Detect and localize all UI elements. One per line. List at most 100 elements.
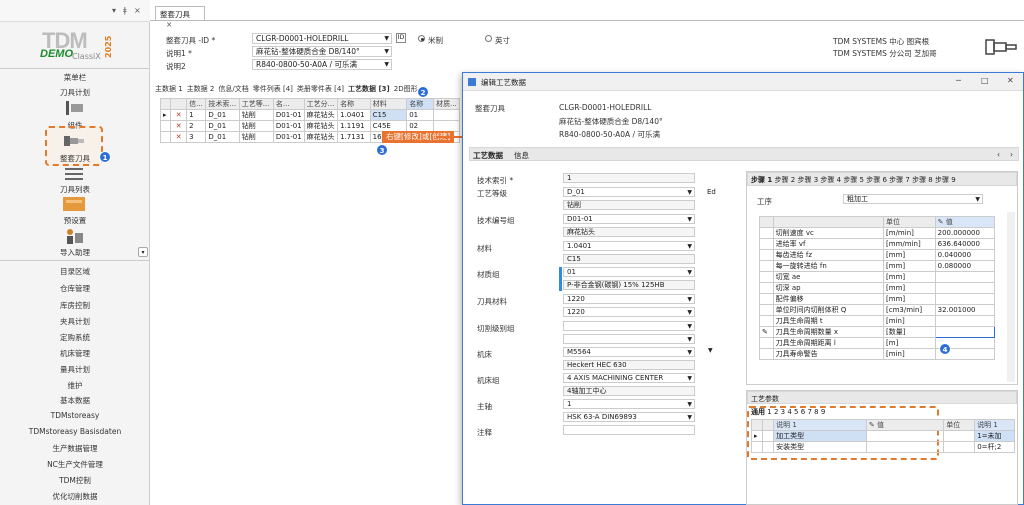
menu-item-fixture-planning[interactable]: 夹具计划	[0, 316, 150, 327]
proc-level-picker-icon[interactable]: Ed	[707, 188, 716, 196]
menu-item-nc-files[interactable]: NC生产文件管理	[0, 459, 150, 470]
pp-col-value[interactable]: ✎ 值	[865, 419, 945, 431]
tab-scroll-left[interactable]: ‹	[997, 150, 1000, 159]
param-row[interactable]: 切削速度 vc [m/min] 200.000000	[759, 227, 996, 239]
nav-tool-planning[interactable]: 刀具计划	[0, 87, 150, 98]
menu-item-warehouse[interactable]: 仓库管理	[0, 283, 150, 294]
grid-col-material-name[interactable]: 名称	[406, 98, 435, 110]
import-assistant-icon[interactable]	[62, 227, 86, 247]
tab-step-7[interactable]: 步骤 7	[889, 176, 910, 184]
tab-close-icon[interactable]: ×	[166, 20, 172, 29]
grid-col-info-2[interactable]: 信...	[186, 98, 207, 110]
desc1-field[interactable]: 麻花钻-整体硬质合金 D8/140° ▼	[252, 46, 392, 57]
param-row[interactable]: 每一旋转进给 fn [mm] 0.080000	[759, 260, 996, 272]
table-row[interactable]: ▸ 加工类型 1=未加	[750, 430, 1015, 442]
param-value[interactable]: 32.001000	[934, 304, 996, 316]
tab-pp-3[interactable]: 3	[781, 408, 785, 416]
param-row[interactable]: 单位时间内切削体积 Q [cm3/min] 32.001000	[759, 304, 996, 316]
nav-presetting[interactable]: 预设置	[0, 215, 150, 226]
tool-id-field[interactable]: CLGR-D0001-HOLEDRILL ▼	[252, 33, 392, 44]
grid-col-proc-level[interactable]: 工艺等...	[238, 98, 274, 110]
tool-material-field[interactable]: 1220 ▼	[563, 294, 695, 304]
menu-item-tdmstoreasy[interactable]: TDMstoreasy	[0, 411, 150, 420]
grid-col-info[interactable]	[170, 98, 188, 110]
param-value[interactable]	[934, 326, 996, 338]
tool-assembly-icon[interactable]	[62, 132, 86, 152]
tab-step-6[interactable]: 步骤 6	[866, 176, 887, 184]
menu-item-catalog[interactable]: 目录区域	[0, 266, 150, 277]
menu-item-maintenance[interactable]: 维护	[0, 380, 150, 391]
param-value[interactable]: 0.040000	[934, 249, 996, 261]
table-row[interactable]: ✕ 2 D_01 钻削 D01-01 麻花钻头 1.1191 C45E 02	[159, 120, 460, 132]
tab-pp-9[interactable]: 9	[821, 408, 825, 416]
grid-col-mat-group[interactable]: 材质...	[433, 98, 460, 110]
scroll-down-button[interactable]: ▾	[138, 247, 148, 257]
menu-item-gauge-planning[interactable]: 量具计划	[0, 364, 150, 375]
tab-pp-7[interactable]: 7	[807, 408, 811, 416]
grid-col-name-2[interactable]: 名称	[337, 98, 371, 110]
param-row[interactable]: 刀具寿命警告 [min]	[759, 348, 996, 360]
metric-radio[interactable]	[418, 35, 425, 42]
tech-group-field[interactable]: D01-01 ▼	[563, 214, 695, 224]
tab-tool-assembly[interactable]: 整套刀具×	[155, 6, 205, 29]
param-row[interactable]: 切深 ap [mm]	[759, 282, 996, 294]
tab-pp-5[interactable]: 5	[794, 408, 798, 416]
tab-2d-graphic[interactable]: 2D图形	[394, 85, 418, 93]
param-row[interactable]: 刀具生命周期距离 l [m]	[759, 337, 996, 349]
param-row[interactable]: 每齿进给 fz [mm] 0.040000	[759, 249, 996, 261]
tab-pp-1[interactable]: 1	[767, 408, 771, 416]
cell[interactable]	[865, 430, 945, 442]
minimize-icon[interactable]: ─	[956, 76, 961, 85]
params-scrollbar[interactable]	[1007, 212, 1015, 382]
presetting-icon[interactable]	[62, 195, 86, 215]
spindle-field[interactable]: 1 ▼	[563, 399, 695, 409]
grid-col-select[interactable]	[159, 98, 172, 110]
mat-group-field[interactable]: 01 ▼	[563, 267, 695, 277]
tab-step-2[interactable]: 步骤 2	[775, 176, 796, 184]
row-check[interactable]	[762, 441, 775, 453]
tool-list-icon[interactable]	[62, 165, 86, 185]
grid-col-proc-group[interactable]: 工艺分...	[303, 98, 339, 110]
tab-general[interactable]: 通用	[751, 408, 765, 416]
tab-pp-8[interactable]: 8	[814, 408, 818, 416]
tab-main-data-2[interactable]: 主数据 2	[187, 85, 215, 93]
tab-step-8[interactable]: 步骤 8	[912, 176, 933, 184]
nav-menu-bar[interactable]: 菜单栏	[0, 72, 150, 83]
tab-info-dialog[interactable]: 信息	[514, 150, 529, 161]
machine-field[interactable]: M5564 ▼	[563, 347, 695, 357]
pp-col-desc-2[interactable]: 说明 1	[974, 419, 1015, 431]
spindle-name-field[interactable]: HSK 63-A DIN69893 ▼	[563, 412, 695, 422]
param-row[interactable]: 刀具生命周期 t [min]	[759, 315, 996, 327]
maximize-icon[interactable]: □	[981, 76, 989, 85]
param-value[interactable]: 0.080000	[934, 260, 996, 272]
table-row[interactable]: ▸ ✕ 1 D_01 钻削 D01-01 麻花钻头 1.0401 C15 01	[159, 109, 460, 121]
id-lookup-icon[interactable]: ID	[396, 33, 406, 43]
close-icon[interactable]: ✕	[1007, 76, 1014, 85]
tab-info-docs[interactable]: 信息/文档	[218, 85, 248, 93]
param-row[interactable]: 切宽 ae [mm]	[759, 271, 996, 283]
param-row[interactable]: ✎ 刀具生命周期数量 x [数量]	[759, 326, 996, 338]
grid-col-name[interactable]: 名...	[272, 98, 305, 110]
material-field[interactable]: 1.0401 ▼	[563, 241, 695, 251]
desc2-field[interactable]: R840-0800-50-A0A / 可乐满 ▼	[252, 59, 392, 70]
tech-index-field[interactable]: 1	[563, 173, 695, 183]
close-icon[interactable]: ×	[134, 6, 141, 15]
cut-class-field[interactable]: ▼	[563, 321, 695, 331]
machine-group-field[interactable]: 4 AXIS MACHINING CENTER ▼	[563, 373, 695, 383]
param-value[interactable]: 636.640000	[934, 238, 996, 250]
cut-class-field-2[interactable]: ▼	[563, 334, 695, 344]
menu-item-storage-control[interactable]: 库房控制	[0, 300, 150, 311]
nav-tool-assembly[interactable]: 整套刀具	[0, 153, 150, 164]
param-value[interactable]	[934, 315, 996, 327]
grid-col-tech-index[interactable]: 技术索...	[205, 98, 240, 110]
tool-material-field-2[interactable]: 1220 ▼	[563, 307, 695, 317]
tab-step-1[interactable]: 步骤 1	[751, 176, 772, 184]
dropdown-icon[interactable]: ▾	[112, 6, 116, 15]
tab-pp-4[interactable]: 4	[787, 408, 791, 416]
tab-step-5[interactable]: 步骤 5	[843, 176, 864, 184]
cell[interactable]	[865, 441, 945, 453]
tab-process-data-dialog[interactable]: 工艺数据	[473, 150, 503, 161]
tab-class-parts[interactable]: 类册零件表 [4]	[297, 85, 344, 93]
tab-main-data-1[interactable]: 主数据 1	[155, 85, 183, 93]
grid-col-material[interactable]: 材料	[369, 98, 408, 110]
